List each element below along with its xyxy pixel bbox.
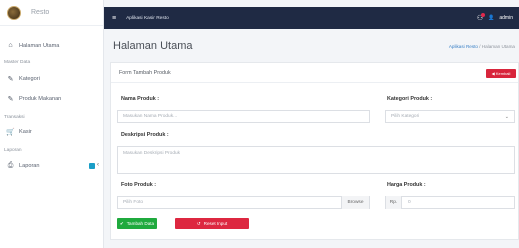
edit-icon: ✎	[7, 76, 14, 83]
user-name[interactable]: admin	[499, 15, 513, 21]
status-badge	[89, 163, 95, 169]
harga-produk-value: 0	[408, 200, 411, 205]
topbar: ≡ Aplikasi Kasir Resto ⚇ 👤 admin	[104, 7, 519, 29]
harga-produk-input[interactable]: Rp. 0	[385, 196, 515, 209]
edit-icon: ✎	[7, 96, 14, 103]
reset-input-label: Reset Input	[203, 221, 228, 226]
reset-icon: ↺	[196, 220, 201, 226]
sidebar-item-label: Kategori	[19, 76, 40, 82]
card-title: Form Tambah Produk	[111, 63, 518, 83]
user-icon[interactable]: 👤	[488, 15, 494, 21]
deskripsi-placeholder: Masukan Deskripsi Produk	[123, 151, 181, 156]
menu-toggle-icon[interactable]: ≡	[112, 15, 116, 22]
page-title: Halaman Utama	[113, 40, 193, 52]
foto-produk-value: Pilih Foto	[123, 200, 143, 205]
breadcrumb: Aplikasi Resto / Halaman Utama	[449, 44, 515, 49]
topbar-right: ⚇ 👤 admin	[477, 13, 513, 22]
brand-name: Resto	[31, 9, 50, 16]
foto-produk-file-input[interactable]: Pilih Foto Browse	[117, 196, 370, 209]
breadcrumb-link[interactable]: Aplikasi Resto	[449, 44, 478, 49]
notification-dot	[481, 13, 486, 17]
chevron-left-icon[interactable]: ‹	[97, 162, 99, 168]
app-title: Aplikasi Kasir Resto	[126, 15, 169, 21]
sidebar-item-label: Produk Makanan	[19, 96, 62, 102]
sidebar-item-produk[interactable]: ✎ Produk Makanan	[6, 95, 62, 103]
print-icon: ⎙	[7, 162, 14, 169]
currency-prefix: Rp.	[386, 196, 402, 209]
sidebar-section-master: Master Data	[4, 60, 31, 65]
sidebar-section-transaksi: Transaksi	[4, 115, 25, 120]
sidebar-item-home[interactable]: ⌂ Halaman Utama	[6, 42, 59, 49]
notification-icon[interactable]: ⚇	[477, 13, 486, 22]
kategori-produk-label: Kategori Produk :	[387, 96, 433, 102]
breadcrumb-separator: /	[479, 44, 481, 49]
sidebar-item-label: Halaman Utama	[19, 42, 60, 49]
deskripsi-produk-label: Deskripsi Produk :	[121, 132, 169, 138]
arrow-left-icon: ◀	[491, 71, 495, 76]
deskripsi-produk-textarea[interactable]: Masukan Deskripsi Produk	[117, 146, 515, 174]
sidebar-section-laporan: Laporan	[4, 148, 22, 153]
sidebar-item-label: Kasir	[19, 129, 32, 135]
kategori-selected-value: Pilih Kategori	[391, 114, 420, 119]
sidebar-item-label: Laporan	[19, 163, 40, 169]
foto-produk-label: Foto Produk :	[121, 182, 157, 188]
home-icon: ⌂	[8, 42, 13, 49]
browse-button[interactable]: Browse	[341, 196, 369, 209]
cart-icon: 🛒	[6, 129, 15, 136]
app-root: Resto ⌂ Halaman Utama Master Data ✎ Kate…	[0, 0, 519, 248]
tambah-data-label: Tambah Data	[126, 221, 155, 226]
kategori-select[interactable]: Pilih Kategori ⌄	[385, 110, 515, 123]
nama-produk-label: Nama Produk :	[121, 96, 160, 102]
nama-produk-placeholder: Masukan Nama Produk...	[123, 114, 178, 119]
brand-logo-icon	[7, 5, 21, 20]
nama-produk-input[interactable]: Masukan Nama Produk...	[117, 110, 370, 123]
sidebar-item-kategori[interactable]: ✎ Kategori	[6, 75, 40, 83]
back-button-label: Kembali	[495, 71, 511, 76]
tambah-data-button[interactable]: ✔ Tambah Data	[117, 218, 157, 229]
brand[interactable]: Resto	[0, 0, 103, 26]
sidebar: Resto ⌂ Halaman Utama Master Data ✎ Kate…	[0, 0, 104, 248]
chevron-down-icon: ⌄	[504, 114, 509, 120]
breadcrumb-current: Halaman Utama	[481, 44, 515, 49]
reset-input-button[interactable]: ↺ Reset Input	[175, 218, 249, 229]
check-icon: ✔	[119, 220, 124, 226]
sidebar-item-kasir[interactable]: 🛒 Kasir	[6, 128, 32, 136]
harga-produk-label: Harga Produk :	[387, 182, 426, 188]
sidebar-item-laporan[interactable]: ⎙ Laporan	[6, 162, 40, 170]
back-button[interactable]: ◀ Kembali	[486, 69, 516, 78]
